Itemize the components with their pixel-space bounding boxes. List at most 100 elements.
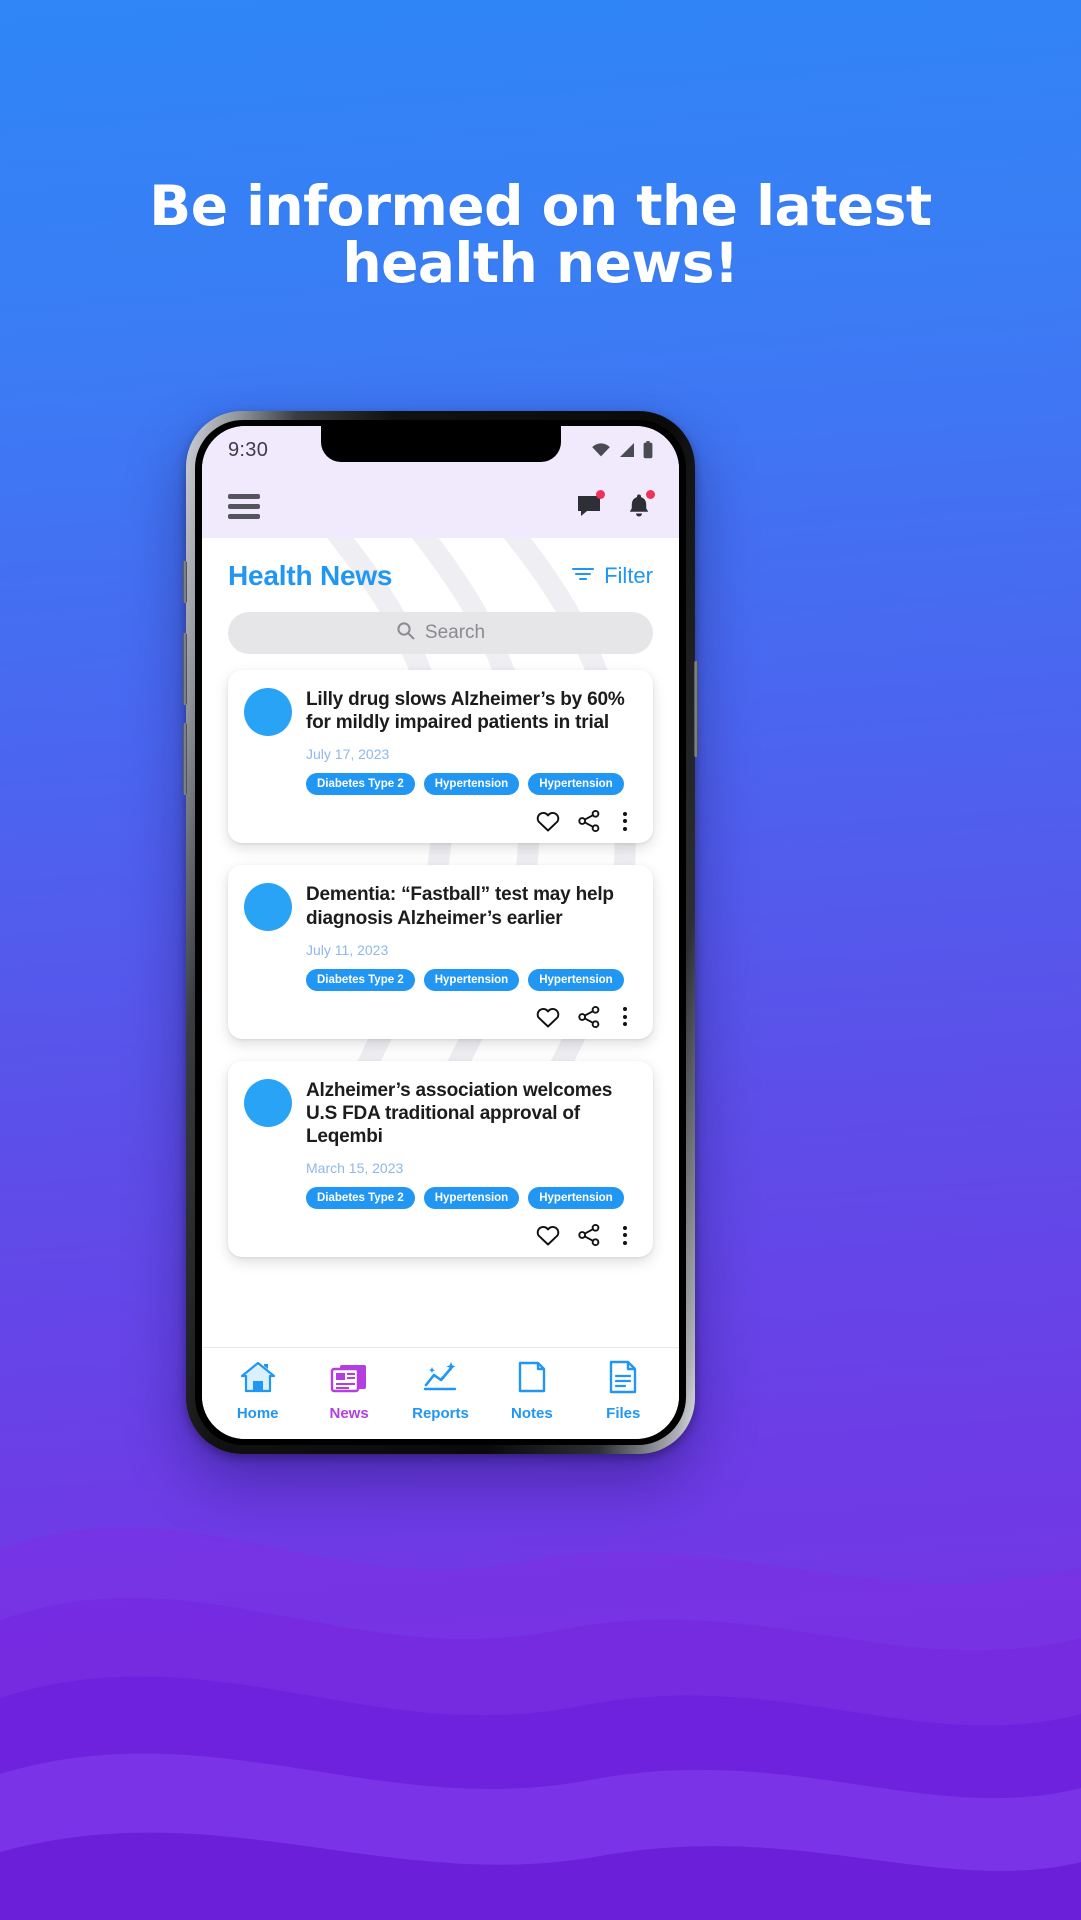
status-bar: 9:30	[202, 426, 679, 474]
phone-button-mute[interactable]	[183, 561, 187, 603]
headline-line-1: Be informed on the latest	[149, 174, 932, 238]
news-tags: Diabetes Type 2 Hypertension Hypertensio…	[306, 773, 637, 796]
tag-chip[interactable]: Hypertension	[423, 968, 520, 991]
tag-chip[interactable]: Hypertension	[423, 773, 520, 796]
news-date: July 11, 2023	[306, 941, 389, 958]
kebab-dot	[623, 1225, 627, 1230]
heart-icon[interactable]	[535, 809, 561, 833]
news-card-body: Alzheimer’s association welcomes U.S FDA…	[306, 1079, 637, 1210]
notes-icon	[513, 1359, 551, 1400]
news-card-body: Lilly drug slows Alzheimer’s by 60% for …	[306, 688, 637, 796]
news-card[interactable]: Alzheimer’s association welcomes U.S FDA…	[228, 1060, 653, 1258]
news-tags: Diabetes Type 2 Hypertension Hypertensio…	[306, 1187, 637, 1210]
kebab-dot	[623, 1233, 627, 1238]
news-card-top: Lilly drug slows Alzheimer’s by 60% for …	[244, 688, 637, 796]
nav-label-home: Home	[236, 1405, 279, 1422]
more-options-icon[interactable]	[617, 1005, 633, 1028]
files-icon	[604, 1359, 642, 1400]
news-card[interactable]: Dementia: “Fastball” test may help diagn…	[228, 865, 653, 1039]
tag-chip[interactable]: Diabetes Type 2	[306, 1187, 415, 1210]
tag-chip[interactable]: Hypertension	[528, 1187, 624, 1210]
status-bar-icons	[591, 441, 653, 459]
nav-label-files: Files	[606, 1405, 641, 1422]
search-icon	[396, 621, 415, 646]
kebab-dot	[623, 1014, 627, 1019]
phone-bezel: 9:30 Health News Filter Search Lilly dru…	[195, 420, 686, 1445]
news-card-top: Alzheimer’s association welcomes U.S FDA…	[244, 1078, 637, 1210]
bottom-navigation: Home News Reports Notes Files	[202, 1347, 679, 1439]
headline-line-2: health news!	[342, 230, 739, 295]
news-thumbnail	[244, 883, 292, 932]
section-title: Health News	[228, 560, 393, 591]
news-card-actions	[244, 809, 637, 833]
nav-label-notes: Notes	[511, 1405, 553, 1422]
news-thumbnail	[244, 688, 292, 736]
news-title: Alzheimer’s association welcomes U.S FDA…	[306, 1079, 613, 1148]
news-date: July 17, 2023	[306, 746, 390, 763]
news-title: Lilly drug slows Alzheimer’s by 60% for …	[306, 689, 625, 734]
page-title: Be informed on the latest health news!	[0, 178, 1081, 291]
news-card[interactable]: Lilly drug slows Alzheimer’s by 60% for …	[228, 670, 653, 844]
kebab-dot	[623, 1240, 627, 1245]
section-header: Health News Filter	[202, 538, 679, 598]
kebab-dot	[623, 1007, 627, 1012]
phone-button-volume-down[interactable]	[183, 723, 187, 795]
filter-label: Filter	[604, 563, 653, 588]
more-options-icon[interactable]	[617, 1224, 633, 1247]
app-bar	[202, 474, 679, 538]
hamburger-line	[228, 493, 260, 499]
news-card-actions	[244, 1223, 637, 1247]
message-badge	[596, 490, 605, 499]
news-card-actions	[244, 1005, 637, 1029]
battery-icon	[643, 441, 653, 459]
phone-button-volume-up[interactable]	[183, 633, 187, 705]
filter-icon	[571, 563, 595, 589]
nav-item-notes[interactable]: Notes	[490, 1359, 574, 1422]
news-tags: Diabetes Type 2 Hypertension Hypertensio…	[306, 968, 637, 991]
news-card-body: Dementia: “Fastball” test may help diagn…	[306, 883, 637, 991]
bell-badge	[646, 490, 655, 499]
hamburger-line	[228, 513, 260, 519]
heart-icon[interactable]	[535, 1223, 561, 1247]
phone-button-power[interactable]	[694, 661, 698, 757]
wifi-icon	[591, 442, 611, 458]
more-options-icon[interactable]	[617, 810, 633, 833]
message-icon[interactable]	[575, 490, 605, 521]
tag-chip[interactable]: Hypertension	[528, 773, 624, 796]
tag-chip[interactable]: Hypertension	[423, 1187, 520, 1210]
news-thumbnail	[244, 1078, 292, 1127]
bell-icon[interactable]	[625, 490, 655, 521]
screen-content: Health News Filter Search Lilly drug slo…	[202, 538, 679, 1347]
share-icon[interactable]	[577, 809, 601, 833]
nav-item-home[interactable]: Home	[216, 1359, 300, 1422]
nav-item-reports[interactable]: Reports	[398, 1359, 482, 1422]
phone-notch	[320, 426, 561, 462]
news-card-top: Dementia: “Fastball” test may help diagn…	[244, 883, 637, 991]
hamburger-menu-icon[interactable]	[228, 493, 260, 519]
tag-chip[interactable]: Diabetes Type 2	[306, 773, 415, 796]
cellular-signal-icon	[618, 442, 636, 458]
nav-item-files[interactable]: Files	[581, 1359, 665, 1422]
kebab-dot	[623, 819, 627, 824]
search-placeholder: Search	[424, 622, 486, 643]
app-bar-actions	[575, 490, 655, 521]
kebab-dot	[623, 826, 627, 831]
news-title: Dementia: “Fastball” test may help diagn…	[306, 884, 614, 929]
kebab-dot	[623, 811, 627, 816]
heart-icon[interactable]	[535, 1005, 561, 1029]
reports-icon	[420, 1359, 460, 1400]
news-icon	[328, 1359, 370, 1400]
phone-screen: 9:30 Health News Filter Search Lilly dru…	[202, 426, 679, 1439]
share-icon[interactable]	[577, 1005, 601, 1029]
search-input[interactable]: Search	[228, 612, 653, 654]
news-date: March 15, 2023	[306, 1160, 404, 1177]
share-icon[interactable]	[577, 1223, 601, 1247]
nav-label-reports: Reports	[412, 1405, 469, 1422]
hamburger-line	[228, 503, 260, 509]
tag-chip[interactable]: Diabetes Type 2	[306, 968, 415, 991]
status-bar-clock: 9:30	[228, 438, 269, 461]
tag-chip[interactable]: Hypertension	[528, 968, 624, 991]
filter-button[interactable]: Filter	[571, 563, 653, 589]
news-list: Lilly drug slows Alzheimer’s by 60% for …	[202, 654, 679, 1258]
nav-item-news[interactable]: News	[307, 1359, 391, 1422]
